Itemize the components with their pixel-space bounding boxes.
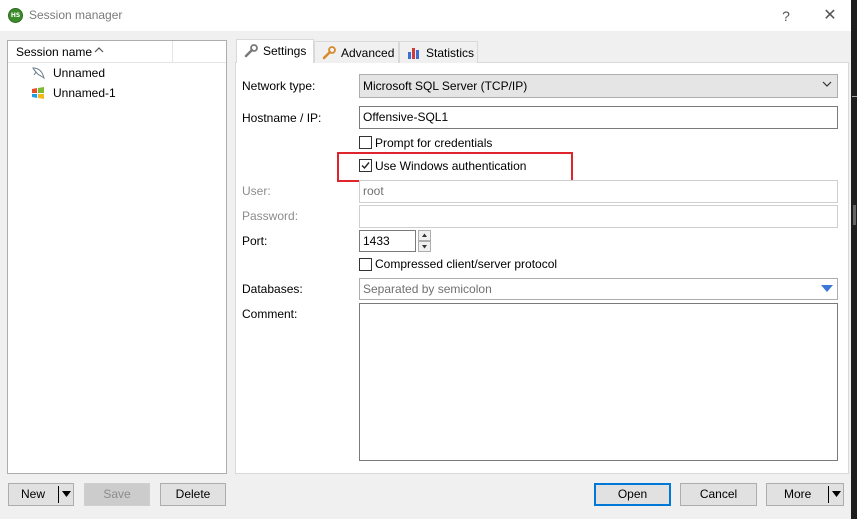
app-logo-icon: HS (8, 8, 23, 23)
background-window-edge-mark (852, 96, 857, 97)
session-list[interactable]: Session name Unnamed Unnamed-1 (7, 40, 227, 474)
dropdown-triangle-icon[interactable] (820, 284, 834, 294)
password-input[interactable] (359, 205, 838, 228)
databases-label: Databases: (242, 282, 303, 296)
arrow-down-icon (422, 245, 427, 249)
arrow-up-icon (422, 233, 427, 237)
dropdown-arrow-icon[interactable] (62, 491, 71, 497)
checkmark-icon (361, 162, 370, 170)
tab-settings[interactable]: Settings (236, 39, 314, 63)
session-item-unnamed[interactable]: Unnamed (8, 63, 226, 83)
tab-advanced[interactable]: Advanced (314, 41, 399, 63)
session-name-column-label: Session name (16, 45, 93, 59)
windows-auth-checkbox[interactable] (359, 159, 372, 172)
databases-input[interactable]: Separated by semicolon (359, 278, 838, 300)
hostname-input[interactable]: Offensive-SQL1 (359, 106, 838, 129)
prompt-credentials-label: Prompt for credentials (375, 136, 493, 150)
port-input[interactable]: 1433 (359, 230, 416, 252)
sort-ascending-icon (94, 47, 104, 53)
title-bar (0, 0, 851, 31)
bar-chart-icon (408, 48, 419, 59)
password-label: Password: (242, 209, 299, 223)
background-window-edge-mark (853, 205, 856, 225)
network-type-select[interactable]: Microsoft SQL Server (TCP/IP) (359, 74, 838, 98)
tab-label: Advanced (341, 46, 395, 60)
user-label: User: (242, 184, 271, 198)
session-item-label: Unnamed (53, 66, 106, 80)
windows-auth-label: Use Windows authentication (375, 159, 527, 173)
window-title: Session manager (29, 8, 123, 22)
wrench-icon (244, 44, 258, 58)
hostname-label: Hostname / IP: (242, 111, 322, 125)
button-split-divider (58, 486, 59, 503)
help-button[interactable]: ? (772, 4, 800, 28)
session-list-header[interactable]: Session name (8, 41, 226, 63)
chevron-down-icon (822, 81, 832, 87)
dolphin-icon (32, 67, 45, 80)
close-button[interactable]: ✕ (816, 4, 844, 28)
dropdown-arrow-icon[interactable] (832, 491, 841, 497)
session-item-unnamed-1[interactable]: Unnamed-1 (8, 83, 226, 103)
save-button[interactable]: Save (84, 483, 150, 506)
cancel-button[interactable]: Cancel (680, 483, 757, 506)
tab-statistics[interactable]: Statistics (399, 41, 478, 63)
open-button[interactable]: Open (594, 483, 671, 506)
prompt-credentials-checkbox[interactable] (359, 136, 372, 149)
user-input[interactable]: root (359, 180, 838, 203)
port-label: Port: (242, 234, 268, 248)
port-increment-button[interactable] (418, 230, 431, 241)
button-split-divider (828, 486, 829, 503)
tab-label: Settings (263, 44, 307, 58)
session-item-label: Unnamed-1 (53, 86, 116, 100)
comment-label: Comment: (242, 307, 298, 321)
comment-textarea[interactable] (359, 303, 838, 461)
network-type-label: Network type: (242, 79, 316, 93)
compressed-protocol-label: Compressed client/server protocol (375, 257, 558, 271)
new-button-label: New (21, 487, 46, 501)
tab-label: Statistics (426, 46, 475, 60)
compressed-protocol-checkbox[interactable] (359, 258, 372, 271)
column-divider (172, 41, 173, 63)
windows-flag-icon (32, 87, 44, 99)
more-button-label: More (784, 487, 812, 501)
background-window-edge (851, 0, 857, 519)
port-decrement-button[interactable] (418, 241, 431, 252)
delete-button[interactable]: Delete (160, 483, 226, 506)
wrench-orange-icon (322, 46, 336, 60)
